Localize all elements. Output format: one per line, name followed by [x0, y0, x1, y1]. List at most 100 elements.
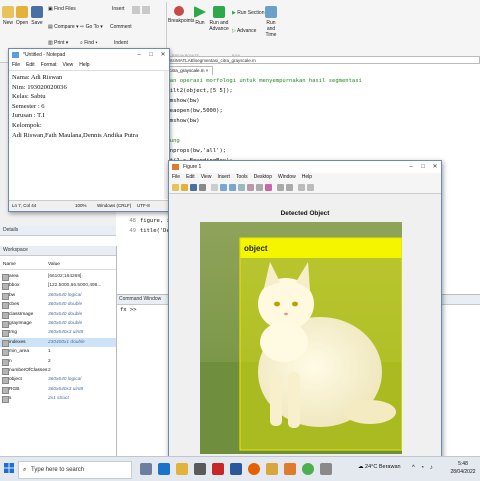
notepad-text[interactable]: Nama: Adi Riswan Nim: 193020020036 Kelas: …	[12, 73, 138, 140]
taskbar-search[interactable]: ⌕ Type here to search	[18, 461, 132, 479]
chrome-icon[interactable]	[302, 463, 314, 475]
col-name[interactable]: Name	[3, 260, 16, 269]
print-button[interactable]: ▥ Print ▾	[48, 40, 68, 46]
workspace-row[interactable]: area [66102;164268]	[0, 272, 116, 281]
run-button[interactable]: Run	[193, 6, 207, 26]
save-icon[interactable]	[190, 184, 197, 191]
figure-menu-insert[interactable]: Insert	[217, 174, 230, 180]
app-icon[interactable]	[320, 463, 332, 475]
notepad-menu-edit[interactable]: Edit	[26, 62, 35, 68]
notepad-menu-view[interactable]: View	[63, 62, 74, 68]
workspace-row[interactable]: Img 360x640x3 uint8	[0, 328, 116, 338]
figure-menubar: File Edit View Insert Tools Desktop Window Help	[169, 173, 441, 182]
figure-titlebar[interactable]: Figure 1 – □ ✕	[169, 161, 441, 173]
notepad-menu-file[interactable]: File	[12, 62, 20, 68]
datatip-icon[interactable]	[256, 184, 263, 191]
status-zoom: 100%	[75, 203, 87, 208]
matlab-taskbar-icon[interactable]	[284, 463, 296, 475]
legend-icon[interactable]	[286, 184, 293, 191]
workspace-row[interactable]: min_area 1	[0, 347, 116, 357]
col-value[interactable]: Value	[48, 260, 60, 269]
goto-button[interactable]: ⇨ Go To ▾	[80, 24, 103, 30]
address-bar[interactable]: Users\Support\Documents\MATLAB\segmentas…	[118, 56, 480, 64]
zoom-out-icon[interactable]	[229, 184, 236, 191]
workspace-row[interactable]: grayImage 360x640 double	[0, 319, 116, 328]
figure-menu-help[interactable]: Help	[302, 174, 312, 180]
word-icon[interactable]	[230, 463, 242, 475]
variable-icon	[2, 292, 9, 300]
windows-start-icon[interactable]	[4, 463, 14, 473]
print-icon[interactable]	[199, 184, 206, 191]
dock-icon[interactable]	[307, 184, 314, 191]
workspace-row[interactable]: indexes 230400x1 double	[0, 337, 116, 348]
variable-name: grayImage	[9, 321, 32, 326]
breakpoints-button[interactable]: Breakpoints	[168, 6, 194, 24]
colorbar-icon[interactable]	[277, 184, 284, 191]
advance-button[interactable]: ▷ Advance	[232, 28, 256, 34]
store-icon[interactable]	[194, 463, 206, 475]
figure-menu-tools[interactable]: Tools	[236, 174, 248, 180]
workspace-row[interactable]: n2	[0, 357, 116, 366]
workspace-row[interactable]: bw 360x640 logical	[0, 291, 116, 300]
workspace-row[interactable]: numberOfClasses 2	[0, 366, 116, 375]
command-prompt[interactable]: fx >>	[120, 307, 137, 313]
workspace-row[interactable]: bbox [122.5000,66.5000,498...	[0, 281, 116, 291]
notepad-menu-help[interactable]: Help	[79, 62, 89, 68]
close-icon[interactable]: ✕	[429, 161, 441, 173]
weather-widget[interactable]: ☁ 24°C Berawan	[358, 464, 401, 470]
insert-button[interactable]: Insert	[112, 6, 125, 12]
close-icon[interactable]: ✕	[157, 49, 169, 61]
folder-icon	[16, 6, 28, 18]
brush-icon[interactable]	[265, 184, 272, 191]
notepad-icon	[12, 52, 19, 58]
zoom-in-icon[interactable]	[220, 184, 227, 191]
workspace-row[interactable]: RGB 360x640x3 uint8	[0, 385, 116, 394]
minimize-icon[interactable]: –	[405, 161, 417, 173]
open-icon[interactable]	[181, 184, 188, 191]
run-advance-button[interactable]: Run and Advance	[208, 6, 230, 32]
rotate-icon[interactable]	[247, 184, 254, 191]
indent-button[interactable]: Indent	[114, 40, 128, 46]
figure-menu-window[interactable]: Window	[278, 174, 296, 180]
figure-menu-file[interactable]: File	[172, 174, 180, 180]
run-section-button[interactable]: ▶ Run Section	[232, 10, 264, 16]
maximize-icon[interactable]: □	[145, 49, 157, 61]
file-explorer-icon[interactable]	[176, 463, 188, 475]
workspace-pane: Workspace Name Value area [66102;164268] b…	[0, 246, 117, 456]
notepad-taskbar-icon[interactable]	[266, 463, 278, 475]
new-figure-icon[interactable]	[172, 184, 179, 191]
variable-name: cbes	[9, 302, 20, 308]
variable-value: 360x640 logical	[48, 292, 82, 298]
figure-menu-edit[interactable]: Edit	[186, 174, 195, 180]
task-view-icon[interactable]	[140, 463, 152, 475]
run-time-button[interactable]: Run and Time	[262, 6, 280, 38]
variable-value: 360x640x3 uint8	[48, 330, 84, 336]
plot-tools-icon[interactable]	[298, 184, 305, 191]
find-files-button[interactable]: ▣ Find Files	[48, 6, 76, 12]
workspace-row[interactable]: cbes 360x640 double	[0, 300, 116, 310]
arrow-icon[interactable]	[211, 184, 218, 191]
maximize-icon[interactable]: □	[417, 161, 429, 173]
compare-button[interactable]: ▤ Compare ▾	[48, 24, 79, 30]
minimize-icon[interactable]: –	[133, 49, 145, 61]
tray-icons[interactable]: ^ ◔ ♪	[412, 465, 435, 471]
find-button[interactable]: ⌕ Find ▾	[80, 40, 97, 46]
notepad-menu-format[interactable]: Format	[41, 62, 57, 68]
clock[interactable]: 5:48 28/04/2022	[448, 460, 478, 476]
workspace-row[interactable]: classImage 360x640 double	[0, 310, 116, 319]
new-button[interactable]: New	[1, 6, 15, 26]
variable-value: 360x640 logical	[48, 377, 82, 383]
pan-icon[interactable]	[238, 184, 245, 191]
notepad-window: *Untitled - Notepad – □ ✕ File Edit Format…	[8, 48, 170, 212]
workspace-row[interactable]: object 360x640 logical	[0, 375, 116, 385]
variable-value: [122.5000,66.5000,498...	[48, 283, 102, 289]
save-button[interactable]: Save	[30, 6, 44, 26]
notepad-titlebar[interactable]: *Untitled - Notepad – □ ✕	[9, 49, 169, 61]
pdf-icon[interactable]	[212, 463, 224, 475]
figure-menu-view[interactable]: View	[201, 174, 212, 180]
workspace-row[interactable]: s 2x1 struct	[0, 394, 116, 404]
figure-menu-desktop[interactable]: Desktop	[254, 174, 272, 180]
firefox-icon[interactable]	[248, 463, 260, 475]
open-button[interactable]: Open	[15, 6, 29, 26]
edge-icon[interactable]	[158, 463, 170, 475]
